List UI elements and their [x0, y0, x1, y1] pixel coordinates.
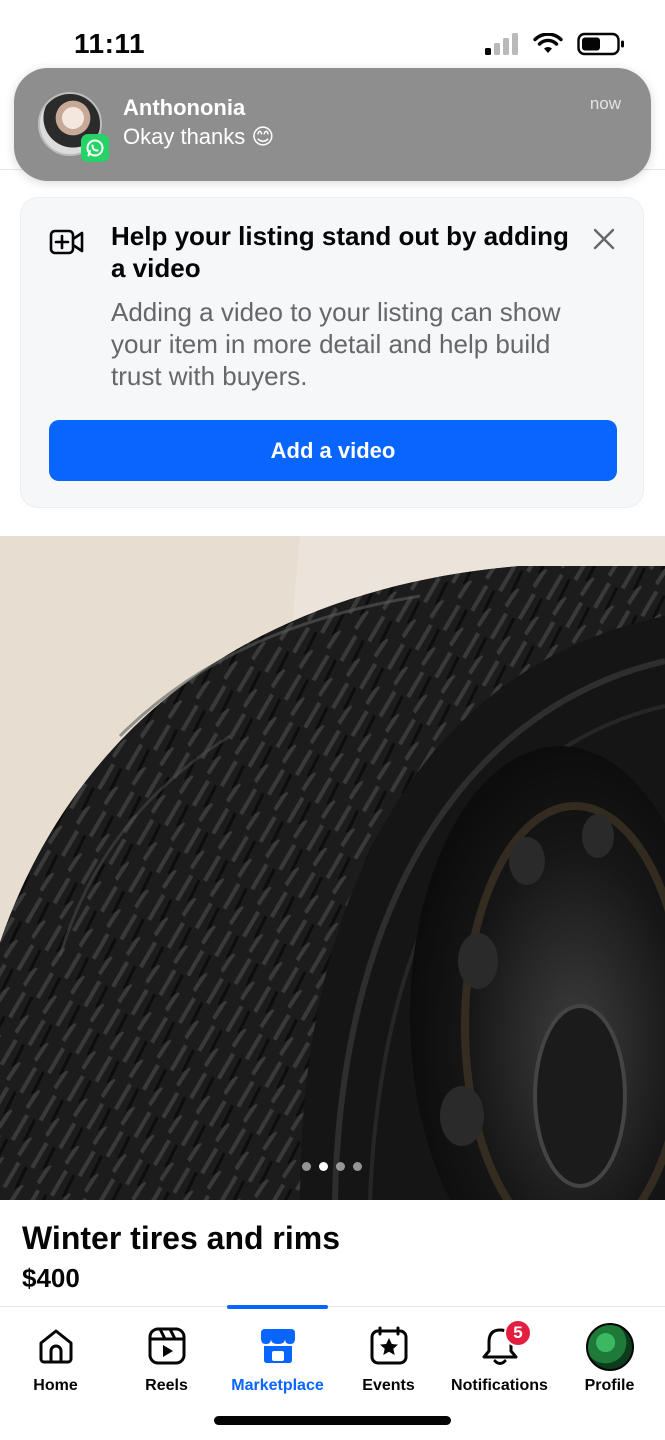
- battery-icon: [577, 32, 624, 56]
- nav-item-profile[interactable]: Profile: [554, 1307, 665, 1407]
- nav-label-reels: Reels: [145, 1377, 188, 1394]
- add-video-prompt-card: Help your listing stand out by adding a …: [20, 197, 644, 508]
- carousel-dot: [353, 1162, 362, 1171]
- listing-price: $400: [22, 1263, 80, 1293]
- nav-item-home[interactable]: Home: [0, 1307, 111, 1407]
- carousel-dot: [302, 1162, 311, 1171]
- carousel-dot: [336, 1162, 345, 1171]
- whatsapp-icon: [81, 134, 109, 162]
- reels-icon: [148, 1327, 185, 1365]
- nav-label-notifications: Notifications: [451, 1377, 548, 1394]
- cellular-signal-icon: [485, 33, 518, 55]
- notification-sender: Anthononia: [123, 95, 246, 120]
- nav-label-home: Home: [33, 1377, 78, 1394]
- tire-image: [0, 536, 665, 1200]
- add-video-button[interactable]: Add a video: [49, 420, 617, 481]
- photo-carousel-dots: [302, 1162, 362, 1171]
- card-body: Adding a video to your listing can show …: [111, 297, 561, 391]
- close-icon[interactable]: [591, 226, 617, 252]
- profile-avatar: [585, 1323, 634, 1371]
- listing-title: Winter tires and rims: [22, 1220, 341, 1256]
- status-icons: [485, 32, 625, 56]
- listing-photo[interactable]: [0, 536, 665, 1200]
- nav-item-notifications[interactable]: 5 Notifications: [444, 1307, 555, 1407]
- nav-item-reels[interactable]: Reels: [111, 1307, 222, 1407]
- home-icon: [39, 1329, 72, 1364]
- marketplace-icon: [260, 1329, 295, 1363]
- nav-label-profile: Profile: [584, 1377, 635, 1394]
- nav-label-events: Events: [362, 1377, 415, 1394]
- notification-banner[interactable]: Anthononia Okay thanks 😊 now: [14, 68, 651, 181]
- nav-item-marketplace[interactable]: Marketplace: [222, 1307, 333, 1407]
- home-indicator[interactable]: [214, 1416, 451, 1425]
- wifi-icon: [533, 33, 563, 53]
- notification-time: now: [589, 94, 621, 113]
- nav-label-marketplace: Marketplace: [231, 1377, 324, 1394]
- notification-badge: 5: [504, 1319, 532, 1347]
- events-icon: [370, 1326, 407, 1365]
- notification-message: Okay thanks 😊: [123, 124, 275, 149]
- carousel-dot-active: [319, 1162, 328, 1171]
- status-bar: 11:11: [0, 0, 665, 70]
- nav-item-events[interactable]: Events: [333, 1307, 444, 1407]
- video-add-icon: [49, 229, 84, 255]
- status-time: 11:11: [74, 28, 146, 59]
- card-title: Help your listing stand out by adding a …: [111, 221, 569, 283]
